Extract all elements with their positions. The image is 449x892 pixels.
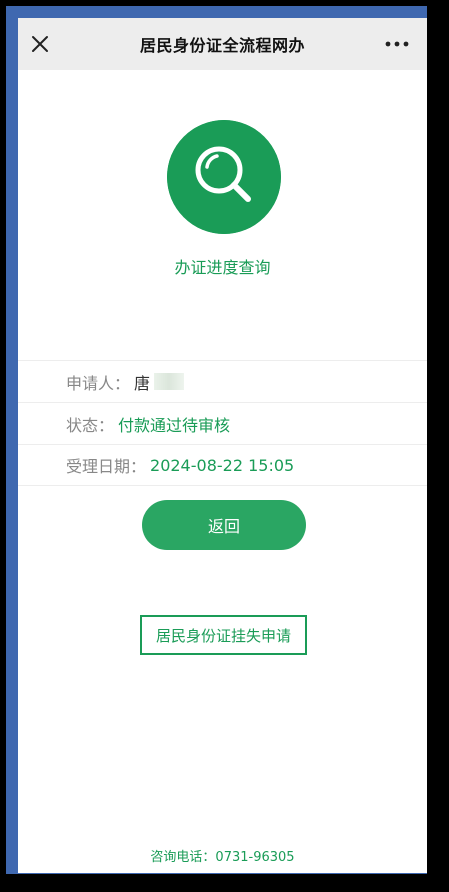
title-bar: 居民身份证全流程网办	[18, 18, 427, 70]
applicant-label: 申请人：	[66, 373, 131, 393]
more-icon[interactable]	[383, 32, 411, 56]
status-row: 状态： 付款通过待审核	[18, 402, 427, 444]
accept-date-label: 受理日期：	[66, 457, 147, 476]
application-info-list: 申请人： 唐 状态： 付款通过待审核 受理日期： 2024-08-22 15:0…	[18, 360, 427, 486]
accept-date-value: 2024-08-22 15:05	[150, 455, 295, 475]
id-card-loss-report-button[interactable]: 居民身份证挂失申请	[140, 615, 307, 655]
app-screen: 居民身份证全流程网办 办证进度查询 申请人： 唐 状态： 付款通过待审核 受理日…	[18, 18, 427, 873]
phone-frame: 居民身份证全流程网办 办证进度查询 申请人： 唐 状态： 付款通过待审核 受理日…	[6, 6, 427, 874]
back-button[interactable]: 返回	[142, 500, 306, 550]
status-label: 状态：	[66, 415, 115, 435]
redacted-name-block	[154, 373, 185, 390]
applicant-name: 唐	[134, 373, 151, 393]
window-title: 居民身份证全流程网办	[139, 36, 305, 55]
applicant-row: 申请人： 唐	[18, 360, 427, 402]
accept-date-row: 受理日期： 2024-08-22 15:05	[18, 444, 427, 486]
status-value: 付款通过待审核	[118, 415, 231, 435]
close-icon[interactable]	[28, 32, 52, 56]
progress-query-title: 办证进度查询	[174, 258, 271, 277]
search-icon	[167, 120, 281, 234]
hotline-text: 咨询电话：0731-96305	[150, 850, 295, 865]
